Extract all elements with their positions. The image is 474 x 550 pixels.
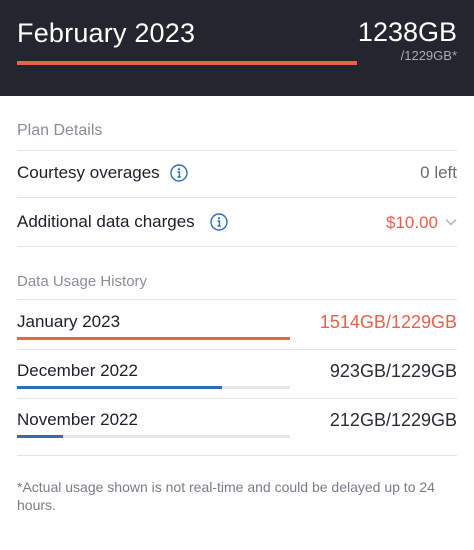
usage-header: February 2023 1238GB /1229GB* bbox=[0, 0, 474, 96]
courtesy-overages-label: Courtesy overages bbox=[17, 163, 160, 182]
divider bbox=[17, 299, 457, 300]
current-month-title: February 2023 bbox=[17, 18, 196, 48]
history-month-label: January 2023 bbox=[17, 312, 121, 331]
info-icon[interactable] bbox=[170, 164, 188, 182]
history-usage-value: 923GB/1229GB bbox=[329, 361, 457, 381]
history-usage-value: 212GB/1229GB bbox=[329, 410, 457, 430]
divider bbox=[17, 398, 457, 399]
history-month-label: November 2022 bbox=[17, 410, 138, 429]
current-usage-amount: 1238GB bbox=[357, 17, 457, 47]
additional-charges-value: $10.00 bbox=[386, 213, 438, 232]
history-usage-bar-fill bbox=[17, 337, 290, 340]
additional-charges-label: Additional data charges bbox=[17, 212, 195, 231]
history-usage-bar bbox=[17, 337, 290, 340]
courtesy-overages-value: 0 left bbox=[420, 163, 457, 182]
usage-disclaimer: *Actual usage shown is not real-time and… bbox=[17, 479, 435, 513]
history-usage-bar bbox=[17, 386, 290, 389]
history-month-label: December 2022 bbox=[17, 361, 138, 380]
plan-details-heading: Plan Details bbox=[17, 122, 103, 139]
history-usage-bar-fill bbox=[17, 386, 222, 389]
current-usage-bar-fill bbox=[17, 61, 357, 65]
divider bbox=[17, 246, 457, 247]
history-usage-bar bbox=[17, 435, 290, 438]
current-usage-limit: /1229GB* bbox=[400, 48, 457, 63]
usage-history-heading: Data Usage History bbox=[17, 273, 148, 290]
current-usage-bar bbox=[17, 61, 357, 65]
divider bbox=[17, 150, 457, 151]
info-icon[interactable] bbox=[210, 213, 228, 231]
chevron-down-icon[interactable] bbox=[444, 215, 458, 229]
history-usage-value: 1514GB/1229GB bbox=[319, 312, 457, 332]
divider bbox=[17, 197, 457, 198]
divider bbox=[17, 455, 457, 456]
divider bbox=[17, 349, 457, 350]
history-usage-bar-fill bbox=[17, 435, 64, 438]
